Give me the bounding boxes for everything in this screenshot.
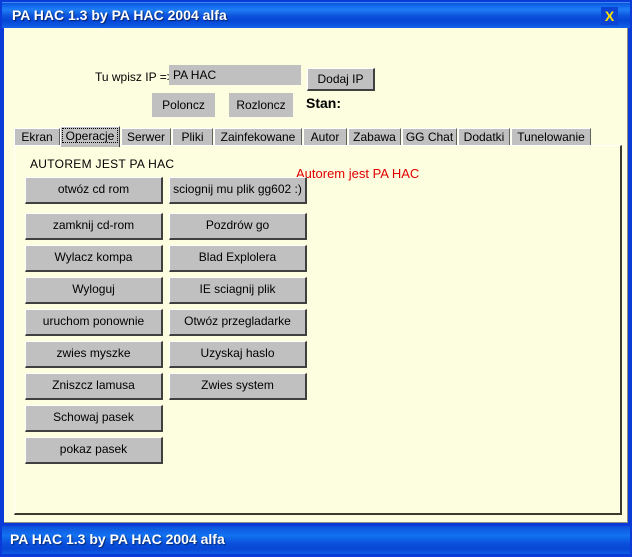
tab-label: Pliki	[181, 130, 204, 144]
action-button-otw-z-przegladarke[interactable]: Otwóz przegladarke	[169, 309, 307, 336]
action-button-pokaz-pasek[interactable]: pokaz pasek	[25, 437, 163, 464]
action-button-uzyskaj-haslo[interactable]: Uzyskaj haslo	[169, 341, 307, 368]
action-button-zamknij-cd-rom[interactable]: zamknij cd-rom	[25, 213, 163, 240]
action-button-sciognij-mu-plik-gg602[interactable]: sciognij mu plik gg602 :)	[169, 177, 307, 204]
tab-label: Serwer	[126, 130, 165, 144]
tab-operacje[interactable]: Operacje	[60, 126, 120, 147]
tab-pliki[interactable]: Pliki	[172, 128, 213, 145]
connect-button[interactable]: Poloncz	[152, 93, 215, 117]
action-button-wylacz-kompa[interactable]: Wylacz kompa	[25, 245, 163, 272]
status-label: Stan:	[306, 95, 341, 111]
action-button-zniszcz-lamusa[interactable]: Zniszcz lamusa	[25, 373, 163, 400]
tab-label: Autor	[310, 130, 340, 144]
tab-dodatki[interactable]: Dodatki	[458, 128, 510, 145]
author-note: Autorem jest PA HAC	[296, 166, 420, 181]
close-icon[interactable]: X	[601, 7, 618, 25]
action-button-pozdr-w-go[interactable]: Pozdrów go	[169, 213, 307, 240]
application-window: PA HAC 1.3 by PA HAC 2004 alfa X Tu wpis…	[0, 0, 632, 557]
tab-gg-chat[interactable]: GG Chat	[402, 128, 457, 145]
add-ip-button[interactable]: Dodaj IP	[307, 68, 375, 91]
action-button-otw-z-cd-rom[interactable]: otwóz cd rom	[25, 177, 163, 204]
tab-label: Dodatki	[463, 130, 505, 144]
tab-label: Zainfekowane	[220, 130, 296, 144]
action-button-wyloguj[interactable]: Wyloguj	[25, 277, 163, 304]
tab-autor[interactable]: Autor	[303, 128, 347, 145]
disconnect-button[interactable]: Rozloncz	[229, 93, 293, 117]
tab-label: Zabawa	[353, 130, 396, 144]
action-button-blad-explolera[interactable]: Blad Explolera	[169, 245, 307, 272]
tab-page-operacje: AUTOREM JEST PA HAC Autorem jest PA HAC …	[14, 145, 622, 515]
title-bar: PA HAC 1.3 by PA HAC 2004 alfa X	[2, 2, 630, 28]
tab-ekran[interactable]: Ekran	[14, 128, 60, 145]
tab-serwer[interactable]: Serwer	[121, 128, 171, 145]
tab-label: Ekran	[21, 130, 53, 144]
status-bar-text: PA HAC 1.3 by PA HAC 2004 alfa	[10, 531, 225, 547]
page-title: AUTOREM JEST PA HAC	[30, 157, 175, 171]
action-button-zwies-myszke[interactable]: zwies myszke	[25, 341, 163, 368]
tab-label: Operacje	[62, 128, 118, 143]
tab-tunelowanie[interactable]: Tunelowanie	[511, 128, 591, 145]
ip-input[interactable]	[169, 65, 301, 85]
window-title: PA HAC 1.3 by PA HAC 2004 alfa	[12, 7, 227, 23]
client-area: Tu wpisz IP =>>> Dodaj IP Poloncz Rozlon…	[4, 28, 628, 523]
tab-zainfekowane[interactable]: Zainfekowane	[214, 128, 302, 145]
status-bar: PA HAC 1.3 by PA HAC 2004 alfa	[2, 526, 630, 554]
action-button-ie-sciagnij-plik[interactable]: IE sciagnij plik	[169, 277, 307, 304]
action-button-schowaj-pasek[interactable]: Schowaj pasek	[25, 405, 163, 432]
tab-label: Tunelowanie	[517, 130, 585, 144]
tab-zabawa[interactable]: Zabawa	[348, 128, 401, 145]
action-button-uruchom-ponownie[interactable]: uruchom ponownie	[25, 309, 163, 336]
action-button-zwies-system[interactable]: Zwies system	[169, 373, 307, 400]
tab-label: GG Chat	[405, 130, 454, 144]
tab-strip: Ekran Operacje Serwer Pliki Zainfekowane Auto…	[14, 126, 624, 147]
